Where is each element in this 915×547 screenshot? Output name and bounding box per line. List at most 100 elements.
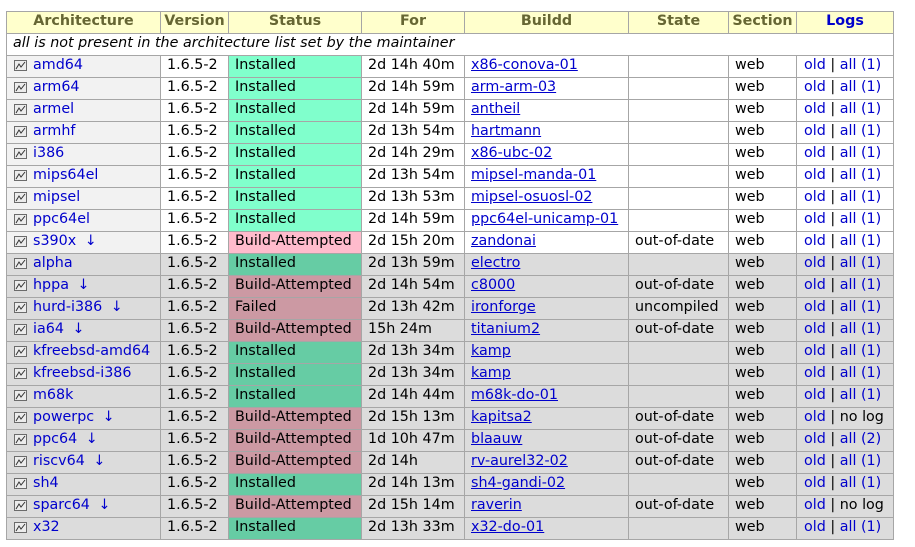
buildd-link[interactable]: sh4-gandi-02 <box>471 475 565 491</box>
buildd-link[interactable]: blaauw <box>471 431 522 447</box>
arch-link[interactable]: sh4 <box>33 475 59 491</box>
buildd-link[interactable]: x86-ubc-02 <box>471 145 552 161</box>
log-old-link[interactable]: old <box>804 365 826 381</box>
header-for[interactable]: For <box>361 11 465 34</box>
buildd-link[interactable]: ironforge <box>471 299 536 315</box>
log-all-link[interactable]: all (1) <box>840 277 882 293</box>
log-all-link[interactable]: all (1) <box>840 123 882 139</box>
log-old-link[interactable]: old <box>804 519 826 535</box>
log-old-link[interactable]: old <box>804 387 826 403</box>
log-old-link[interactable]: old <box>804 321 826 337</box>
log-old-link[interactable]: old <box>804 497 826 513</box>
graph-icon[interactable] <box>14 126 27 137</box>
header-logs[interactable]: Logs <box>796 11 894 34</box>
arch-link[interactable]: ia64 <box>33 321 64 337</box>
log-old-link[interactable]: old <box>804 255 826 271</box>
graph-icon[interactable] <box>14 346 27 357</box>
graph-icon[interactable] <box>14 456 27 467</box>
log-all-link[interactable]: all (1) <box>840 211 882 227</box>
buildd-link[interactable]: antheil <box>471 101 520 117</box>
log-all-link[interactable]: all (1) <box>840 365 882 381</box>
log-old-link[interactable]: old <box>804 475 826 491</box>
buildd-link[interactable]: electro <box>471 255 520 271</box>
header-version[interactable]: Version <box>160 11 229 34</box>
graph-icon[interactable] <box>14 280 27 291</box>
log-all-link[interactable]: all (1) <box>840 321 882 337</box>
log-all-link[interactable]: all (1) <box>840 299 882 315</box>
header-architecture[interactable]: Architecture <box>6 11 161 34</box>
arch-link[interactable]: armhf <box>33 123 75 139</box>
buildd-link[interactable]: arm-arm-03 <box>471 79 556 95</box>
graph-icon[interactable] <box>14 302 27 313</box>
graph-icon[interactable] <box>14 60 27 71</box>
buildd-link[interactable]: x32-do-01 <box>471 519 544 535</box>
arch-link[interactable]: hurd-i386 <box>33 299 102 315</box>
log-all-link[interactable]: all (1) <box>840 189 882 205</box>
log-old-link[interactable]: old <box>804 277 826 293</box>
buildd-link[interactable]: kamp <box>471 365 511 381</box>
arch-link[interactable]: x32 <box>33 519 60 535</box>
log-all-link[interactable]: all (1) <box>840 145 882 161</box>
graph-icon[interactable] <box>14 412 27 423</box>
log-old-link[interactable]: old <box>804 343 826 359</box>
log-old-link[interactable]: old <box>804 431 826 447</box>
log-all-link[interactable]: all (2) <box>840 431 882 447</box>
header-status[interactable]: Status <box>228 11 362 34</box>
graph-icon[interactable] <box>14 148 27 159</box>
buildd-link[interactable]: m68k-do-01 <box>471 387 558 403</box>
arch-link[interactable]: powerpc <box>33 409 94 425</box>
header-buildd[interactable]: Buildd <box>464 11 629 34</box>
buildd-link[interactable]: x86-conova-01 <box>471 57 578 73</box>
graph-icon[interactable] <box>14 434 27 445</box>
buildd-link[interactable]: kapitsa2 <box>471 409 532 425</box>
arch-link[interactable]: kfreebsd-i386 <box>33 365 132 381</box>
log-old-link[interactable]: old <box>804 299 826 315</box>
log-all-link[interactable]: all (1) <box>840 387 882 403</box>
graph-icon[interactable] <box>14 390 27 401</box>
graph-icon[interactable] <box>14 500 27 511</box>
buildd-link[interactable]: kamp <box>471 343 511 359</box>
arch-link[interactable]: arm64 <box>33 79 80 95</box>
log-old-link[interactable]: old <box>804 167 826 183</box>
log-old-link[interactable]: old <box>804 189 826 205</box>
log-old-link[interactable]: old <box>804 145 826 161</box>
graph-icon[interactable] <box>14 82 27 93</box>
arch-link[interactable]: hppa <box>33 277 69 293</box>
arch-link[interactable]: ppc64el <box>33 211 90 227</box>
header-state[interactable]: State <box>628 11 729 34</box>
log-old-link[interactable]: old <box>804 79 826 95</box>
log-old-link[interactable]: old <box>804 211 826 227</box>
graph-icon[interactable] <box>14 522 27 533</box>
buildd-link[interactable]: zandonai <box>471 233 536 249</box>
log-old-link[interactable]: old <box>804 409 826 425</box>
down-arrow-icon[interactable]: ↓ <box>98 497 110 513</box>
arch-link[interactable]: alpha <box>33 255 73 271</box>
down-arrow-icon[interactable]: ↓ <box>111 299 123 315</box>
log-all-link[interactable]: all (1) <box>840 167 882 183</box>
graph-icon[interactable] <box>14 192 27 203</box>
log-all-link[interactable]: all (1) <box>840 57 882 73</box>
arch-link[interactable]: m68k <box>33 387 73 403</box>
down-arrow-icon[interactable]: ↓ <box>103 409 115 425</box>
log-old-link[interactable]: old <box>804 57 826 73</box>
arch-link[interactable]: s390x <box>33 233 76 249</box>
buildd-link[interactable]: ppc64el-unicamp-01 <box>471 211 618 227</box>
graph-icon[interactable] <box>14 214 27 225</box>
arch-link[interactable]: ppc64 <box>33 431 77 447</box>
graph-icon[interactable] <box>14 104 27 115</box>
log-all-link[interactable]: all (1) <box>840 519 882 535</box>
graph-icon[interactable] <box>14 478 27 489</box>
graph-icon[interactable] <box>14 324 27 335</box>
arch-link[interactable]: sparc64 <box>33 497 90 513</box>
header-section[interactable]: Section <box>728 11 797 34</box>
down-arrow-icon[interactable]: ↓ <box>72 321 84 337</box>
buildd-link[interactable]: mipsel-osuosl-02 <box>471 189 592 205</box>
log-all-link[interactable]: all (1) <box>840 453 882 469</box>
log-all-link[interactable]: all (1) <box>840 475 882 491</box>
arch-link[interactable]: kfreebsd-amd64 <box>33 343 150 359</box>
down-arrow-icon[interactable]: ↓ <box>93 453 105 469</box>
graph-icon[interactable] <box>14 236 27 247</box>
buildd-link[interactable]: hartmann <box>471 123 541 139</box>
buildd-link[interactable]: c8000 <box>471 277 515 293</box>
down-arrow-icon[interactable]: ↓ <box>78 277 90 293</box>
